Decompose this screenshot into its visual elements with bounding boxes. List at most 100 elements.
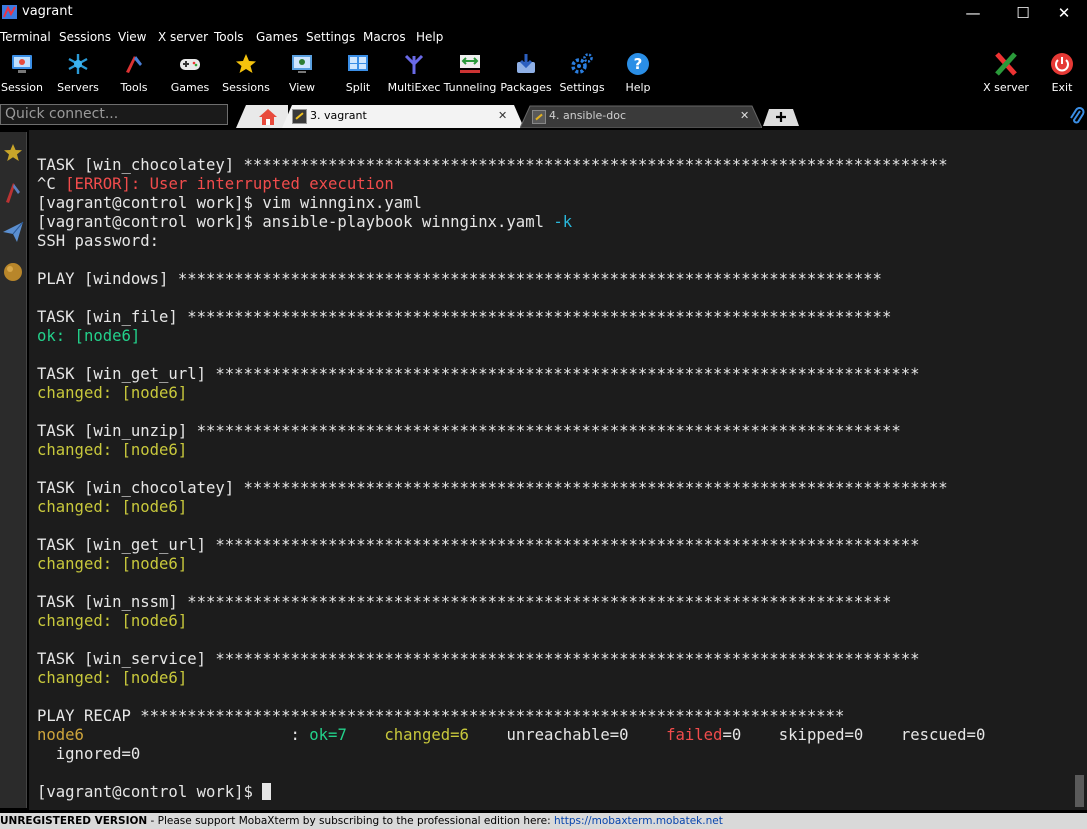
window-title: vagrant xyxy=(22,4,73,19)
terminal-line: ok: [node6] xyxy=(37,327,141,345)
settings-button[interactable]: Settings xyxy=(557,48,607,98)
packages-button[interactable]: Packages xyxy=(500,48,552,98)
mobaxterm-link[interactable]: https://mobaxterm.mobatek.net xyxy=(554,815,723,827)
terminal-line: changed: [node6] xyxy=(37,441,188,459)
status-text: - Please support MobaXterm by subscribin… xyxy=(147,815,554,827)
terminal-line: changed: [node6] xyxy=(37,498,188,516)
menu-view[interactable]: View xyxy=(118,30,146,44)
prompt-line[interactable]: [vagrant@control work]$ xyxy=(37,783,272,801)
games-button[interactable]: Games xyxy=(165,48,215,98)
terminal-line: ^C [ERROR]: User interrupted execution xyxy=(37,175,394,193)
menu-help[interactable]: Help xyxy=(416,30,443,44)
packages-icon xyxy=(517,54,535,73)
star-icon xyxy=(4,144,22,161)
quick-connect-input[interactable]: Quick connect... xyxy=(0,104,228,125)
exit-button[interactable]: Exit xyxy=(1037,48,1087,98)
menu-sessions[interactable]: Sessions xyxy=(59,30,111,44)
terminal-line: [vagrant@control work]$ vim winnginx.yam… xyxy=(37,194,422,212)
tab-vagrant[interactable]: 3. vagrant ✕ xyxy=(290,104,516,128)
terminal-line: TASK [win_get_url] *********************… xyxy=(37,365,920,383)
tunneling-button[interactable]: Tunneling xyxy=(444,48,496,98)
settings-icon xyxy=(571,53,593,74)
terminal-line: PLAY [windows] *************************… xyxy=(37,270,882,288)
session-button[interactable]: Session xyxy=(0,48,47,98)
tab-strip: 3. vagrant ✕ 4. ansible-doc ✕ xyxy=(228,104,1087,128)
terminal-tab-icon xyxy=(292,109,307,124)
globe-icon xyxy=(4,263,22,281)
close-window-button[interactable]: ✕ xyxy=(1041,0,1087,26)
tunneling-icon xyxy=(460,55,480,73)
tab-ansible-doc-close-button[interactable]: ✕ xyxy=(740,104,749,128)
home-tab[interactable] xyxy=(236,104,288,128)
star-icon xyxy=(236,54,256,73)
recap-line-continued: ignored=0 xyxy=(37,745,141,763)
sessions-button[interactable]: Sessions xyxy=(221,48,271,98)
mobaxterm-app-icon xyxy=(2,5,17,19)
servers-icon xyxy=(68,54,88,74)
power-icon xyxy=(1051,53,1073,75)
xserver-icon xyxy=(995,52,1017,76)
terminal-line: changed: [node6] xyxy=(37,555,188,573)
cursor xyxy=(262,783,272,800)
status-bar: UNREGISTERED VERSION - Please support Mo… xyxy=(0,813,1087,829)
terminal-line: TASK [win_chocolatey] ******************… xyxy=(37,156,948,174)
error-message: [ERROR]: User interrupted execution xyxy=(65,175,394,193)
sidebar xyxy=(0,132,27,808)
scrollbar-thumb[interactable] xyxy=(1075,775,1084,807)
terminal-scrollbar[interactable] xyxy=(1067,130,1087,810)
paper-plane-icon xyxy=(3,221,24,242)
tools-icon xyxy=(126,56,142,73)
menu-terminal[interactable]: Terminal xyxy=(0,30,51,44)
terminal-tab-icon xyxy=(532,110,546,124)
svg-text:?: ? xyxy=(634,55,643,73)
menu-bar: Terminal Sessions View X server Tools Ga… xyxy=(0,26,1087,48)
menu-tools[interactable]: Tools xyxy=(214,30,244,44)
tools-button[interactable]: Tools xyxy=(109,48,159,98)
split-button[interactable]: Split xyxy=(333,48,383,98)
terminal-output[interactable]: TASK [win_chocolatey] ******************… xyxy=(29,130,1067,810)
tab-ansible-doc-label: 4. ansible-doc xyxy=(549,109,627,122)
multiexec-icon xyxy=(404,54,424,74)
terminal-line: TASK [win_chocolatey] ******************… xyxy=(37,479,948,497)
terminal-line: TASK [win_file] ************************… xyxy=(37,308,892,326)
title-bar: vagrant — ☐ ✕ xyxy=(0,0,1087,26)
servers-button[interactable]: Servers xyxy=(53,48,103,98)
terminal-line: PLAY RECAP *****************************… xyxy=(37,707,845,725)
menu-x-server[interactable]: X server xyxy=(158,30,208,44)
menu-games[interactable]: Games xyxy=(256,30,298,44)
terminal-line: TASK [win_nssm] ************************… xyxy=(37,593,892,611)
terminal-line: TASK [win_unzip] ***********************… xyxy=(37,422,901,440)
sidebar-macros-button[interactable] xyxy=(1,214,25,250)
terminal-line: changed: [node6] xyxy=(37,612,188,630)
toolbar: Session Servers Tools Games Sessions Vie… xyxy=(0,48,1087,100)
menu-macros[interactable]: Macros xyxy=(363,30,406,44)
view-icon xyxy=(292,55,312,73)
xserver-button[interactable]: X server xyxy=(981,48,1031,98)
multiexec-button[interactable]: MultiExec xyxy=(388,48,440,98)
terminal-line: changed: [node6] xyxy=(37,669,188,687)
menu-settings[interactable]: Settings xyxy=(306,30,355,44)
new-tab-button[interactable] xyxy=(763,108,799,126)
tab-vagrant-close-button[interactable]: ✕ xyxy=(498,104,507,128)
terminal-line: [vagrant@control work]$ ansible-playbook… xyxy=(37,213,573,231)
tab-ansible-doc[interactable]: 4. ansible-doc ✕ xyxy=(530,104,756,128)
help-button[interactable]: ? Help xyxy=(613,48,663,98)
tab-vagrant-label: 3. vagrant xyxy=(310,109,367,122)
split-icon xyxy=(348,55,368,71)
terminal-line: SSH password: xyxy=(37,232,160,250)
session-icon xyxy=(12,55,32,73)
unregistered-label: UNREGISTERED VERSION xyxy=(0,815,148,827)
games-icon xyxy=(180,59,200,70)
help-icon: ? xyxy=(627,53,649,75)
terminal-line: TASK [win_get_url] *********************… xyxy=(37,536,920,554)
recap-line: node6 : ok=7 changed=6 unreachable=0 fai… xyxy=(37,726,986,744)
maximize-button[interactable]: ☐ xyxy=(1000,0,1046,26)
sidebar-sftp-button[interactable] xyxy=(1,254,25,290)
attach-icon[interactable] xyxy=(1069,106,1085,126)
view-button[interactable]: View xyxy=(277,48,327,98)
terminal-line: TASK [win_service] *********************… xyxy=(37,650,920,668)
sidebar-sessions-button[interactable] xyxy=(1,136,25,172)
sidebar-tools-button[interactable] xyxy=(1,174,25,210)
minimize-button[interactable]: — xyxy=(950,0,996,26)
terminal-line: changed: [node6] xyxy=(37,384,188,402)
